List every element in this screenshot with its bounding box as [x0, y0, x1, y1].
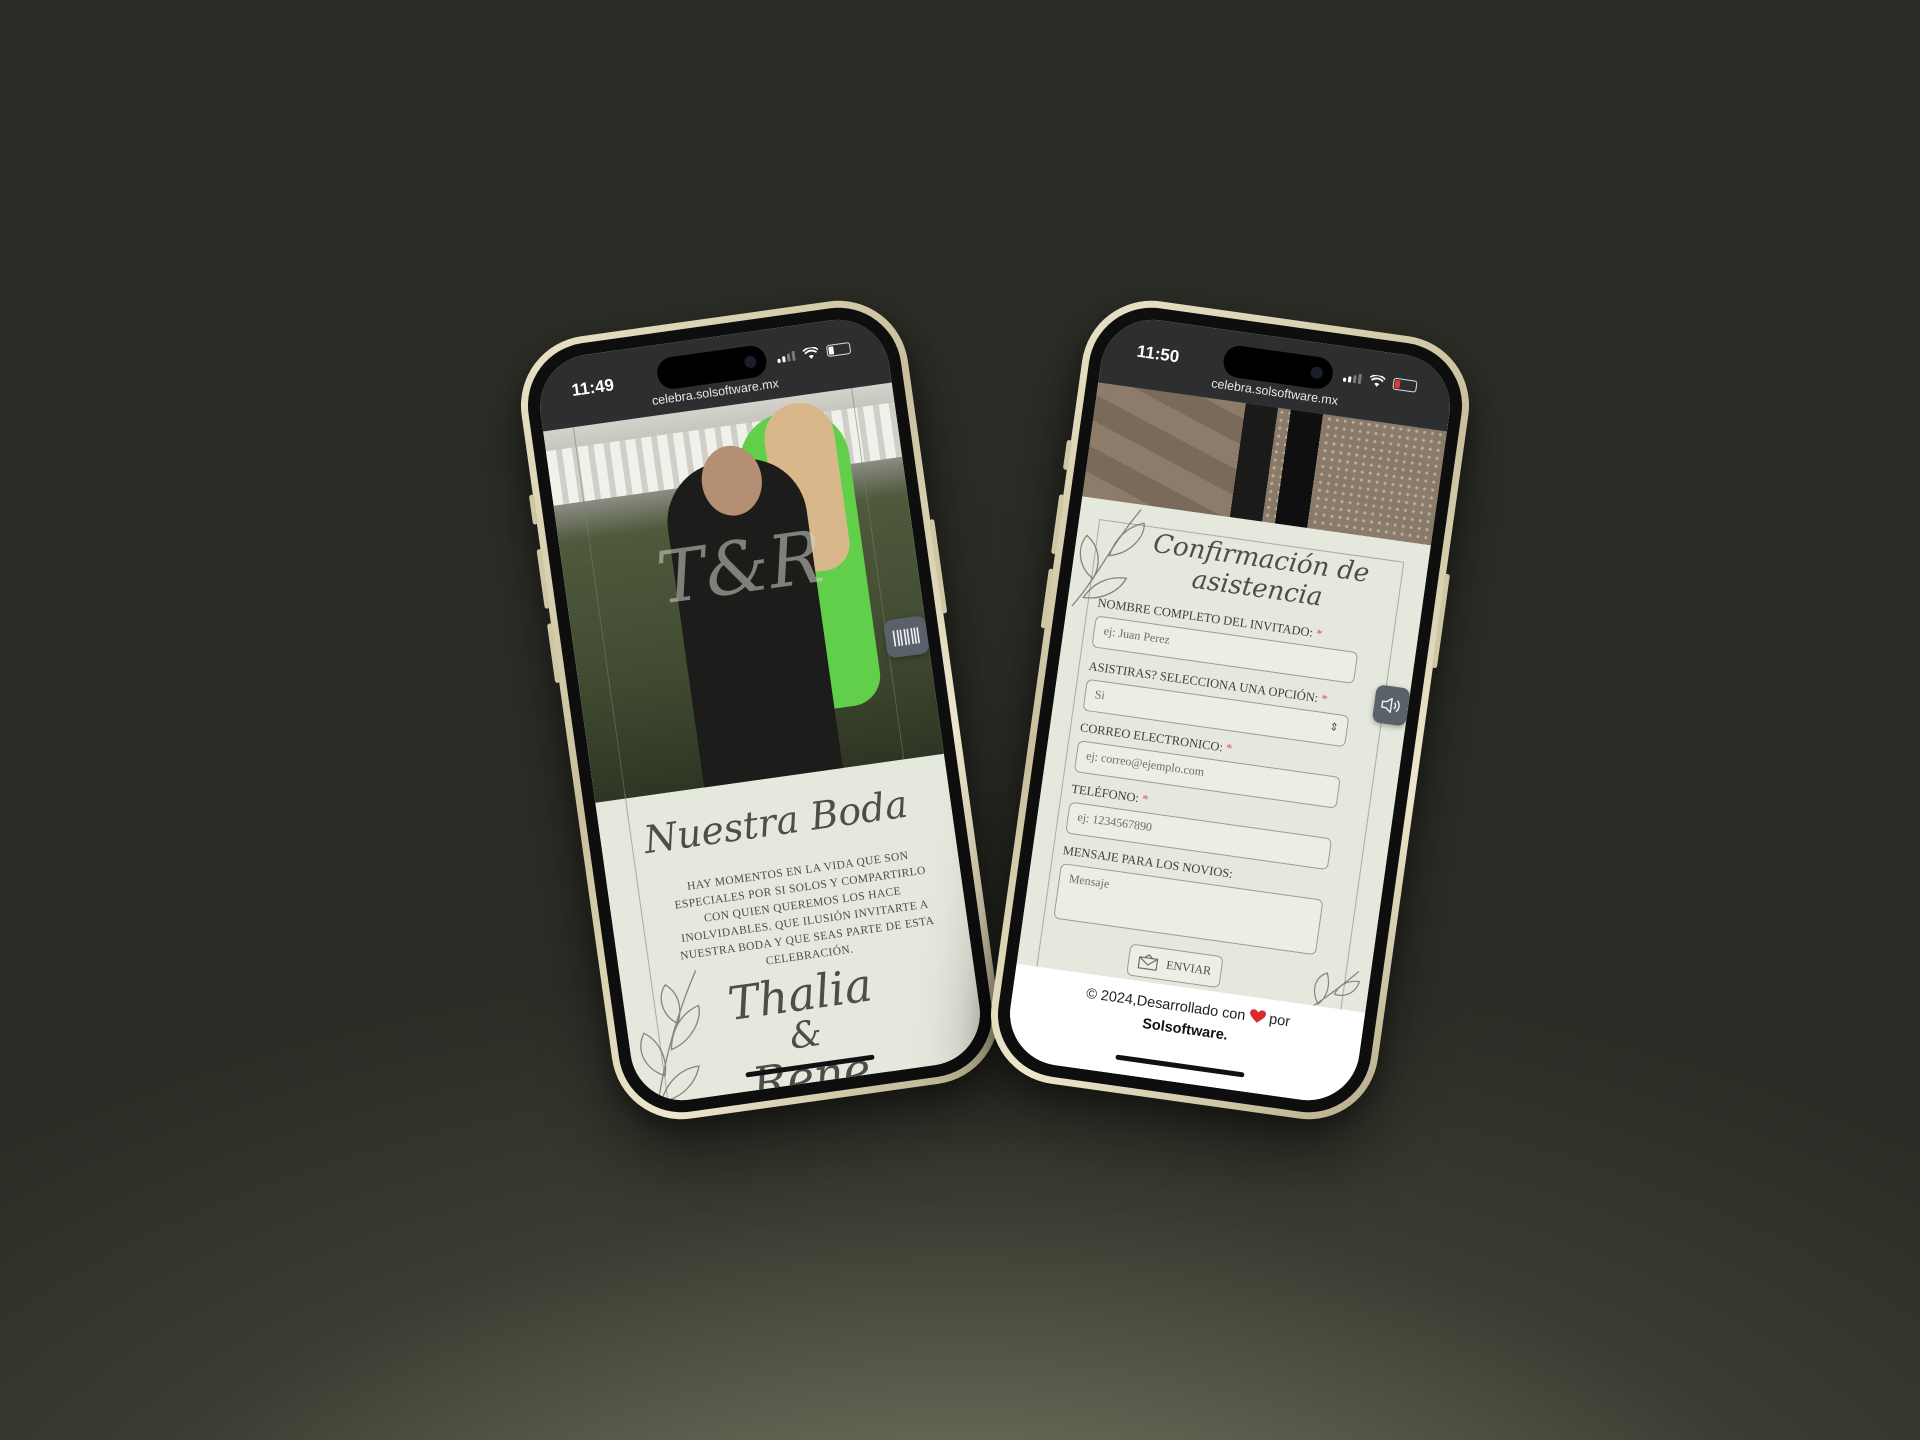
screen-left: 11:49 celebra.solsoftware.mx T&R Nuestra…	[533, 313, 987, 1107]
status-time: 11:50	[1135, 341, 1181, 367]
mute-switch	[528, 494, 538, 525]
wifi-icon	[1369, 374, 1386, 387]
speaker-button[interactable]	[1371, 684, 1411, 727]
select-chevron-icon: ⇕	[1328, 721, 1340, 735]
screen-right: 11:50 celebra.solsoftware.mx Confirmació…	[1003, 313, 1457, 1107]
signal-icon	[777, 350, 796, 364]
mute-switch	[1062, 439, 1072, 471]
mockup-stage: 11:49 celebra.solsoftware.mx T&R Nuestra…	[0, 0, 1920, 1440]
battery-icon	[825, 341, 852, 358]
phone-right: 11:50 celebra.solsoftware.mx Confirmació…	[981, 291, 1479, 1129]
phone-left: 11:49 celebra.solsoftware.mx T&R Nuestra…	[511, 291, 1009, 1129]
invitation-card: Nuestra Boda HAY MOMENTOS EN LA VIDA QUE…	[595, 753, 987, 1107]
couple-legs	[1191, 397, 1336, 530]
wifi-icon	[802, 346, 819, 359]
heart-icon	[1249, 1009, 1266, 1023]
envelope-icon	[1137, 954, 1159, 971]
barcode-music-icon	[892, 627, 921, 647]
signal-icon	[1342, 372, 1363, 385]
send-label: ENVIAR	[1165, 957, 1213, 978]
attend-selected-value: Si	[1093, 687, 1106, 703]
status-icons	[1342, 371, 1418, 393]
status-icons	[776, 341, 852, 364]
speaker-icon	[1381, 697, 1400, 714]
couple-photo: T&R	[543, 378, 944, 804]
camera-icon	[743, 355, 758, 369]
battery-icon	[1392, 377, 1418, 393]
camera-icon	[1309, 366, 1324, 380]
music-toggle-button[interactable]	[882, 615, 930, 659]
footer-text-post: por	[1268, 1011, 1292, 1031]
floral-ornament-icon	[640, 970, 700, 1107]
status-time: 11:49	[570, 375, 616, 401]
